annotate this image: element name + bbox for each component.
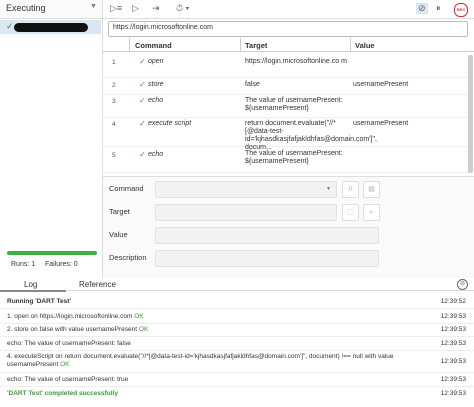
log-tabs — [0, 278, 474, 291]
column-divider — [240, 38, 241, 51]
runs-count: Runs: 1 — [11, 261, 36, 268]
checkmark-icon: ✓ — [139, 80, 146, 89]
log-entry: 2. store on false with value usernamePre… — [7, 326, 148, 334]
row-target: The value of usernamePresent: ${username… — [245, 150, 343, 165]
base-url-value: https://login.microsoftonline.com — [113, 24, 213, 31]
divider — [0, 372, 474, 373]
row-command: store — [148, 81, 164, 88]
checkmark-icon: ✓ — [139, 119, 146, 128]
run-all-icon[interactable]: ▷≡ — [110, 3, 122, 14]
log-entry-success: 'DART Test' completed successfully — [7, 390, 118, 397]
row-target: https://login.microsoftonline.co m — [245, 58, 347, 65]
log-time: 12:39:52 — [440, 298, 466, 305]
column-header-target: Target — [245, 41, 268, 50]
value-input[interactable] — [155, 227, 379, 244]
step-icon[interactable]: ⇥ — [152, 3, 160, 14]
log-entry: echo: The value of usernamePresent: true — [7, 376, 129, 383]
log-time: 12:39:53 — [440, 326, 466, 333]
checkmark-icon: ✓ — [6, 21, 14, 31]
failures-count: Failures: 0 — [45, 261, 78, 268]
row-value: usernamePresent — [353, 81, 409, 88]
target-input[interactable] — [155, 204, 337, 221]
log-time: 12:39:53 — [440, 358, 466, 365]
log-time: 12:39:53 — [440, 376, 466, 383]
column-header-command: Command — [135, 41, 172, 50]
record-button[interactable]: REC — [454, 3, 468, 17]
divider — [0, 350, 474, 351]
checkmark-icon: ✓ — [139, 150, 146, 159]
value-label: Value — [109, 230, 128, 239]
progress-bar — [7, 251, 97, 255]
open-reference-icon[interactable]: ▤ — [363, 181, 380, 198]
checkmark-icon: ✓ — [139, 57, 146, 66]
row-number: 3 — [112, 98, 116, 105]
log-time: 12:39:53 — [440, 340, 466, 347]
row-command: open — [148, 58, 164, 65]
row-value: usernamePresent — [353, 120, 409, 127]
caret-down-icon[interactable]: ▼ — [90, 3, 97, 10]
log-time: 12:39:53 — [440, 390, 466, 397]
play-icon[interactable]: ▷ — [132, 3, 139, 14]
divider — [0, 323, 474, 324]
pause-icon[interactable]: ⏸ — [436, 3, 441, 14]
command-label: Command — [109, 184, 144, 193]
row-number: 2 — [112, 82, 116, 89]
log-time: 12:39:53 — [440, 313, 466, 320]
executing-label: Executing — [6, 3, 46, 13]
chevron-down-icon[interactable]: ▾ — [327, 185, 330, 192]
column-divider — [350, 38, 351, 51]
log-status: OK — [134, 313, 144, 320]
divider — [0, 308, 474, 309]
column-header-value: Value — [355, 41, 375, 50]
log-entry: Running 'DART Test' — [7, 298, 71, 305]
command-select[interactable] — [155, 181, 337, 198]
log-text: 2. store on false with value usernamePre… — [7, 326, 138, 333]
tab-log-label: Log — [24, 280, 38, 289]
test-list-panel — [0, 0, 103, 278]
row-command: echo — [148, 97, 164, 104]
row-target: false — [245, 81, 260, 88]
divider — [0, 336, 474, 337]
row-number: 5 — [112, 152, 116, 159]
target-label: Target — [109, 207, 130, 216]
log-status: OK — [138, 326, 149, 333]
toggle-comment-icon[interactable]: // — [342, 181, 359, 198]
column-divider — [129, 38, 130, 51]
disable-breakpoints-icon[interactable]: ⊘ — [416, 3, 428, 14]
log-status: OK — [60, 361, 70, 368]
row-command: execute script — [148, 120, 192, 127]
find-target-icon[interactable]: ⌕ — [363, 204, 380, 221]
log-text: 1. open on https://login.microsoftonline… — [7, 313, 133, 320]
tab-reference[interactable]: Reference — [79, 280, 116, 289]
table-scrollbar[interactable] — [468, 55, 473, 173]
select-target-icon[interactable]: ⬚ — [342, 204, 359, 221]
log-entry: echo: The value of usernamePresent: fals… — [7, 340, 131, 347]
redacted-test-name — [14, 23, 88, 32]
checkmark-icon: ✓ — [139, 96, 146, 105]
log-entry: 1. open on https://login.microsoftonline… — [7, 313, 144, 321]
row-number: 4 — [112, 121, 116, 128]
row-command: echo — [148, 151, 164, 158]
speed-icon[interactable]: ⏱ ▾ — [176, 3, 189, 14]
row-target: The value of usernamePresent: ${username… — [245, 97, 343, 112]
description-input[interactable] — [155, 250, 379, 267]
clear-log-icon[interactable]: ⊘ — [457, 279, 468, 290]
description-label: Description — [109, 253, 147, 262]
divider — [0, 386, 474, 387]
row-number: 1 — [112, 59, 116, 66]
log-entry: 4. executeScript on return document.eval… — [7, 353, 407, 369]
